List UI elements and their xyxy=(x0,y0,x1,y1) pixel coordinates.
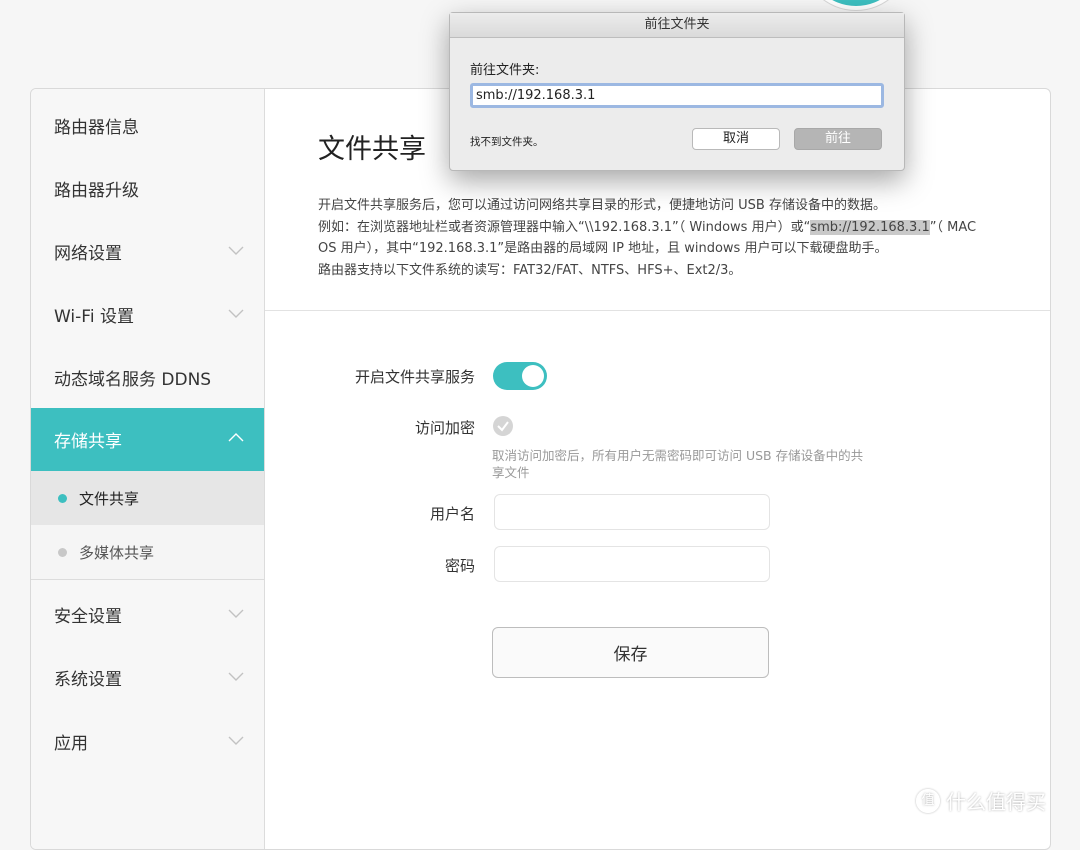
sidebar-subitem-label: 多媒体共享 xyxy=(79,543,155,562)
password-field[interactable] xyxy=(494,546,770,582)
sidebar-subitem-label: 文件共享 xyxy=(79,489,140,508)
dialog-error-text: 找不到文件夹。 xyxy=(470,136,544,148)
highlighted-smb-path: smb://192.168.3.1 xyxy=(810,219,930,235)
toggle-knob xyxy=(522,365,544,387)
divider xyxy=(265,310,1050,311)
sidebar-item-system[interactable]: 系统设置 xyxy=(31,646,264,709)
sidebar-item-router-upgrade[interactable]: 路由器升级 xyxy=(31,157,264,220)
sidebar-item-network[interactable]: 网络设置 xyxy=(31,220,264,283)
chevron-down-icon xyxy=(228,672,244,681)
sidebar-item-label: 网络设置 xyxy=(54,244,122,264)
bullet-icon xyxy=(58,494,67,503)
sidebar-item-label: 存储共享 xyxy=(54,432,122,452)
watermark: 值 什么值得买 xyxy=(916,786,1046,815)
description-line: 例如：在浏览器地址栏或者资源管理器中输入“\\192.168.3.1”（ Win… xyxy=(318,217,988,239)
watermark-logo-icon: 值 xyxy=(916,788,940,813)
encrypt-checkbox[interactable] xyxy=(493,416,513,436)
description-line: 路由器支持以下文件系统的读写：FAT32/FAT、NTFS、HFS+、Ext2/… xyxy=(318,262,742,278)
encrypt-label: 访问加密 xyxy=(414,419,475,437)
chevron-up-icon xyxy=(228,433,244,442)
sidebar-item-wifi[interactable]: Wi-Fi 设置 xyxy=(31,283,264,346)
file-share-toggle[interactable] xyxy=(493,362,547,390)
sidebar-item-label: 动态域名服务 DDNS xyxy=(54,370,212,390)
go-button[interactable]: 前往 xyxy=(794,128,882,150)
sidebar-item-storage-share[interactable]: 存储共享 xyxy=(31,408,264,471)
sidebar-item-label: 应用 xyxy=(54,734,88,754)
description-text: 例如：在浏览器地址栏或者资源管理器中输入“\\192.168.3.1”（ Win… xyxy=(318,219,811,235)
description: 开启文件共享服务后，您可以通过访问网络共享目录的形式，便捷地访问 USB 存储设… xyxy=(318,195,988,281)
cancel-button[interactable]: 取消 xyxy=(692,128,780,150)
chevron-down-icon xyxy=(228,309,244,318)
description-line: OS 用户），其中“192.168.3.1”是路由器的局域网 IP 地址，且 w… xyxy=(318,241,888,256)
bullet-icon xyxy=(58,548,67,557)
page-title: 文件共享 xyxy=(318,134,426,165)
goto-folder-dialog: 前往文件夹 前往文件夹: 找不到文件夹。 取消 前往 xyxy=(449,12,905,171)
encrypt-hint: 取消访问加密后，所有用户无需密码即可访问 USB 存储设备中的共享文件 xyxy=(492,448,864,480)
dialog-label: 前往文件夹: xyxy=(470,63,540,78)
sidebar-item-label: Wi-Fi 设置 xyxy=(54,307,134,327)
chevron-down-icon xyxy=(228,246,244,255)
dialog-title: 前往文件夹 xyxy=(450,13,904,38)
sidebar: 路由器信息 路由器升级 网络设置 Wi-Fi 设置 动态域名服务 DDNS 存储… xyxy=(31,89,265,849)
sidebar-item-security[interactable]: 安全设置 xyxy=(31,583,264,646)
sidebar-item-label: 安全设置 xyxy=(54,607,122,627)
main-content: 文件共享 开启文件共享服务后，您可以通过访问网络共享目录的形式，便捷地访问 US… xyxy=(265,89,1050,849)
description-line: 开启文件共享服务后，您可以通过访问网络共享目录的形式，便捷地访问 USB 存储设… xyxy=(318,198,886,213)
description-text: ”（ MAC xyxy=(929,219,977,235)
username-label: 用户名 xyxy=(429,505,475,523)
save-button[interactable]: 保存 xyxy=(492,627,769,678)
brand-logo xyxy=(802,0,910,10)
sidebar-subitem-file-share[interactable]: 文件共享 xyxy=(31,471,264,525)
service-label: 开启文件共享服务 xyxy=(354,368,475,386)
sidebar-item-ddns[interactable]: 动态域名服务 DDNS xyxy=(31,346,264,409)
username-field[interactable] xyxy=(494,494,770,530)
chevron-down-icon xyxy=(228,609,244,618)
watermark-text: 什么值得买 xyxy=(946,790,1046,814)
storage-submenu: 文件共享 多媒体共享 xyxy=(31,471,264,580)
settings-panel: 路由器信息 路由器升级 网络设置 Wi-Fi 设置 动态域名服务 DDNS 存储… xyxy=(30,88,1051,850)
sidebar-item-label: 路由器升级 xyxy=(54,181,139,201)
sidebar-subitem-media-share[interactable]: 多媒体共享 xyxy=(31,525,264,579)
check-icon xyxy=(497,421,509,432)
sidebar-item-router-info[interactable]: 路由器信息 xyxy=(31,94,264,157)
sidebar-item-label: 路由器信息 xyxy=(54,118,139,138)
password-label: 密码 xyxy=(444,557,475,575)
folder-path-input[interactable] xyxy=(470,83,884,108)
sidebar-item-apps[interactable]: 应用 xyxy=(31,710,264,773)
chevron-down-icon xyxy=(228,736,244,745)
sidebar-item-label: 系统设置 xyxy=(54,670,122,690)
